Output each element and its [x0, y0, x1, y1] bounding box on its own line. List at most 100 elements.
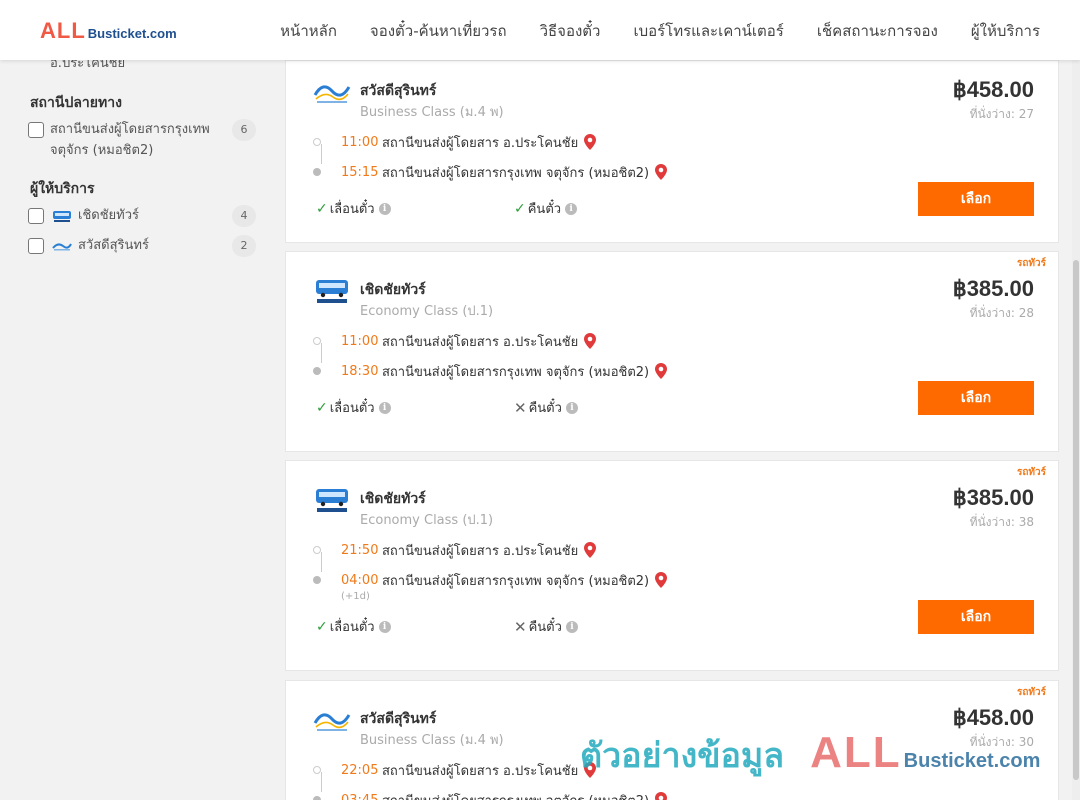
- main-nav: หน้าหลัก จองตั๋ว-ค้นหาเที่ยวรถ วิธีจองตั…: [247, 19, 1040, 43]
- operator-checkbox-cherdchai[interactable]: [28, 208, 44, 224]
- page-scrollbar[interactable]: [1072, 60, 1080, 800]
- ticket-price: ฿385.00: [952, 276, 1034, 301]
- nav-how-to-book[interactable]: วิธีจองตั๋ว: [540, 19, 601, 43]
- destination-checkbox[interactable]: [28, 122, 44, 138]
- seats-available: ที่นั่งว่าง: 27: [969, 107, 1034, 121]
- seats-available: ที่นั่งว่าง: 38: [969, 515, 1034, 529]
- change-ticket-option: ✓ เลื่อนตั๋ว i: [316, 198, 391, 219]
- refund-ticket-label: คืนตั๋ว: [528, 620, 562, 635]
- arrival-time: 03:45: [341, 792, 379, 800]
- arrival-time: 18:30: [341, 363, 379, 379]
- operator-filter-label-sawasdee: สวัสดีสุรินทร์: [78, 238, 149, 253]
- arrival-station: สถานีขนส่งผู้โดยสารกรุงเทพ จตุจักร (หมอช…: [382, 573, 650, 589]
- departure-dot: [313, 138, 321, 146]
- operator-filter-label-cherdchai: เชิดชัยทัวร์: [78, 208, 140, 223]
- change-ticket-option: ✓ เลื่อนตั๋ว i: [316, 616, 391, 637]
- cherdchai-bus-logo-icon: [53, 211, 71, 222]
- arrival-stop: 03:45 สถานีขนส่งผู้โดยสารกรุงเทพ จตุจักร…: [313, 790, 668, 800]
- cherdchai-bus-logo-icon: [316, 489, 348, 512]
- map-pin-icon[interactable]: [655, 792, 668, 800]
- operator-name: สวัสดีสุรินทร์: [360, 83, 437, 99]
- check-icon: ✓: [316, 399, 328, 416]
- destination-filter-label: สถานีขนส่งผู้โดยสารกรุงเทพ จตุจักร (หมอช…: [50, 122, 210, 158]
- operator-count-badge-cherdchai: 4: [232, 205, 256, 227]
- departure-stop: 22:05 สถานีขนส่งผู้โดยสาร อ.ประโคนชัย: [313, 760, 597, 780]
- nav-home[interactable]: หน้าหลัก: [280, 19, 337, 43]
- map-pin-icon[interactable]: [655, 164, 668, 180]
- bus-class: Economy Class (ป.1): [360, 513, 494, 528]
- departure-dot: [313, 337, 321, 345]
- arrival-stop: 15:15 สถานีขนส่งผู้โดยสารกรุงเทพ จตุจักร…: [313, 162, 668, 182]
- departure-dot: [313, 546, 321, 554]
- departure-time: 21:50: [341, 542, 379, 558]
- info-icon[interactable]: i: [565, 401, 578, 414]
- change-ticket-option: ✓ เลื่อนตั๋ว i: [316, 397, 391, 418]
- nav-check-booking[interactable]: เช็คสถานะการจอง: [817, 19, 938, 43]
- trip-card-1: สวัสดีสุรินทร์ Business Class (ม.4 พ) ฿4…: [285, 60, 1059, 243]
- top-header: ALL Busticket.com หน้าหลัก จองตั๋ว-ค้นหา…: [0, 0, 1080, 60]
- operator-checkbox-sawasdee[interactable]: [28, 238, 44, 254]
- logo-busticket-text: Busticket.com: [87, 26, 177, 41]
- seats-available: ที่นั่งว่าง: 28: [969, 306, 1034, 320]
- departure-time: 22:05: [341, 762, 379, 778]
- arrival-station: สถานีขนส่งผู้โดยสารกรุงเทพ จตุจักร (หมอช…: [382, 790, 649, 800]
- check-icon: ✓: [514, 200, 526, 217]
- select-trip-button[interactable]: เลือก: [918, 381, 1034, 415]
- map-pin-icon[interactable]: [584, 542, 597, 558]
- destination-count-badge: 6: [232, 119, 256, 141]
- ticket-price: ฿385.00: [952, 485, 1034, 510]
- map-pin-icon[interactable]: [584, 333, 597, 349]
- bus-class: Business Class (ม.4 พ): [360, 105, 504, 120]
- operator-filter-item-sawasdee[interactable]: สวัสดีสุรินทร์ 2: [28, 235, 256, 257]
- arrival-stop: 04:00 สถานีขนส่งผู้โดยสารกรุงเทพ จตุจักร…: [313, 570, 668, 590]
- refund-ticket-option: ✕ คืนตั๋ว i: [514, 616, 578, 637]
- info-icon[interactable]: i: [378, 202, 391, 215]
- cross-icon: ✕: [514, 398, 527, 417]
- logo-all-text: ALL: [40, 18, 86, 43]
- destination-filter-title: สถานีปลายทาง: [30, 95, 122, 111]
- scrollbar-thumb[interactable]: [1073, 260, 1079, 780]
- refund-ticket-label: คืนตั๋ว: [528, 401, 562, 416]
- arrival-dot: [313, 367, 321, 375]
- info-icon[interactable]: i: [565, 202, 578, 215]
- departure-stop: 21:50 สถานีขนส่งผู้โดยสาร อ.ประโคนชัย: [313, 540, 597, 560]
- bus-class: Economy Class (ป.1): [360, 304, 494, 319]
- arrival-time: 15:15: [341, 164, 379, 180]
- sawasdee-surin-logo-icon: [52, 243, 72, 251]
- operator-name: เชิดชัยทัวร์: [360, 491, 426, 507]
- select-trip-button[interactable]: เลือก: [918, 182, 1034, 216]
- operator-name: เชิดชัยทัวร์: [360, 282, 426, 298]
- site-logo[interactable]: ALL Busticket.com: [40, 18, 177, 44]
- cherdchai-bus-logo-icon: [316, 280, 348, 303]
- departure-stop: 11:00 สถานีขนส่งผู้โดยสาร อ.ประโคนชัย: [313, 331, 597, 351]
- refund-ticket-option: ✕ คืนตั๋ว i: [514, 397, 578, 418]
- map-pin-icon[interactable]: [584, 762, 597, 778]
- departure-dot: [313, 766, 321, 774]
- departure-time: 11:00: [341, 333, 379, 349]
- coach-type-tag: รถทัวร์: [1016, 687, 1046, 698]
- trip-card-4: รถทัวร์ สวัสดีสุรินทร์ Business Class (ม…: [285, 680, 1059, 800]
- nav-phone-counter[interactable]: เบอร์โทรและเคาน์เตอร์: [633, 19, 783, 43]
- departure-time: 11:00: [341, 134, 379, 150]
- operator-filter-item-cherdchai[interactable]: เชิดชัยทัวร์ 4: [28, 205, 256, 227]
- nav-operators[interactable]: ผู้ให้บริการ: [971, 19, 1040, 43]
- operator-filter-title: ผู้ให้บริการ: [30, 181, 95, 197]
- info-icon[interactable]: i: [378, 620, 391, 633]
- map-pin-icon[interactable]: [584, 134, 597, 150]
- sawasdee-surin-logo-icon: [313, 85, 351, 103]
- nav-book-search[interactable]: จองตั๋ว-ค้นหาเที่ยวรถ: [370, 19, 507, 43]
- departure-stop: 11:00 สถานีขนส่งผู้โดยสาร อ.ประโคนชัย: [313, 132, 597, 152]
- arrival-station: สถานีขนส่งผู้โดยสารกรุงเทพ จตุจักร (หมอช…: [382, 165, 650, 181]
- arrival-dot: [313, 168, 321, 176]
- change-ticket-label: เลื่อนตั๋ว: [329, 202, 375, 217]
- destination-filter-item[interactable]: สถานีขนส่งผู้โดยสารกรุงเทพ จตุจักร (หมอช…: [28, 119, 256, 161]
- info-icon[interactable]: i: [565, 620, 578, 633]
- map-pin-icon[interactable]: [655, 572, 668, 588]
- cross-icon: ✕: [514, 617, 527, 636]
- arrival-stop: 18:30 สถานีขนส่งผู้โดยสารกรุงเทพ จตุจักร…: [313, 361, 668, 381]
- select-trip-button[interactable]: เลือก: [918, 600, 1034, 634]
- info-icon[interactable]: i: [378, 401, 391, 414]
- map-pin-icon[interactable]: [655, 363, 668, 379]
- trip-card-3: รถทัวร์ เชิดชัยทัวร์ Economy Class (ป.1)…: [285, 460, 1059, 671]
- refund-ticket-option: ✓ คืนตั๋ว i: [514, 198, 578, 219]
